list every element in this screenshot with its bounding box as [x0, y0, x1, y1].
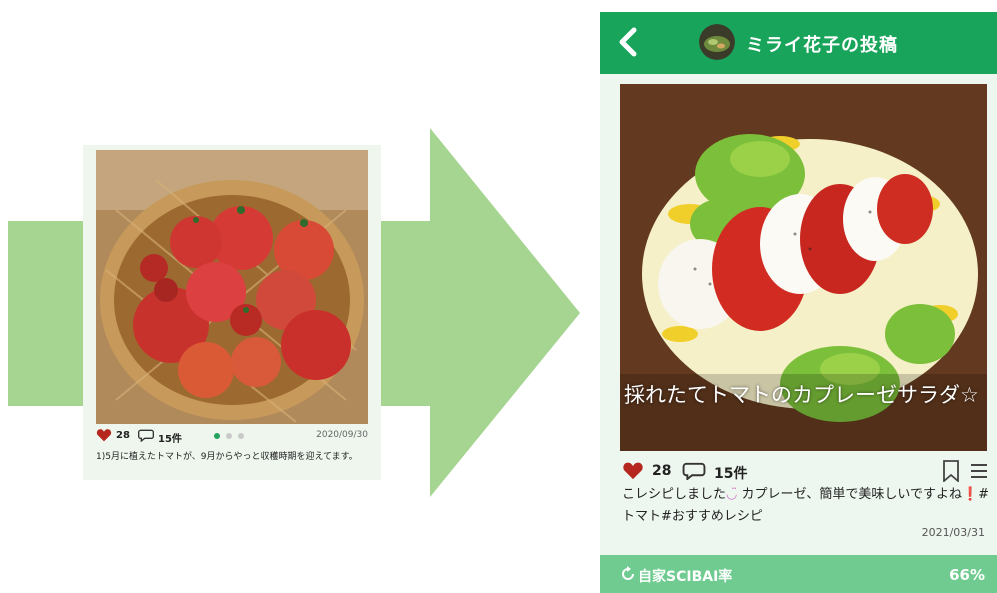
- post-caption: 1)5月に植えたトマトが、9月からやっと収穫時期を迎えてます。: [96, 452, 358, 462]
- scibai-rate-value: 66%: [949, 566, 985, 584]
- carousel-dot[interactable]: [238, 433, 244, 439]
- post-stats-row: 28 15件 2020/09/30: [96, 428, 368, 445]
- photo-title: 採れたてトマトのカプレーゼサラダ☆: [624, 383, 979, 407]
- tomato-basket-photo: [96, 150, 368, 424]
- carousel-dot[interactable]: [214, 433, 220, 439]
- screen: 28 15件 2020/09/30 1)5月に植えたトマトが、9月からやっと収穫…: [0, 0, 997, 593]
- caption-text: カプレーゼ、簡単で美味しいですよね: [737, 487, 962, 502]
- likes-count: 28: [652, 463, 672, 479]
- comments-count: 15件: [158, 434, 182, 445]
- feed-post-card[interactable]: 28 15件 2020/09/30 1)5月に植えたトマトが、9月からやっと収穫…: [83, 145, 381, 480]
- arrow-tail-left: [8, 221, 84, 406]
- caption-text: こレシピしました: [622, 487, 727, 502]
- bookmark-icon[interactable]: [942, 460, 960, 482]
- scibai-rate-bar: 自家SCIBAI率 66%: [600, 555, 997, 593]
- app-header: ミライ花子の投稿: [600, 12, 997, 74]
- refresh-icon: [622, 566, 634, 580]
- chevron-left-icon[interactable]: [614, 26, 644, 58]
- comment-icon[interactable]: [682, 461, 706, 480]
- scibai-rate-label: 自家SCIBAI率: [638, 569, 733, 585]
- heart-icon[interactable]: [622, 461, 644, 480]
- post-caption: こレシピしました◡̈ カプレーゼ、簡単で美味しいですよね❗#トマト#おすすめレシ…: [622, 484, 990, 528]
- smile-emoji: ◡̈: [726, 487, 738, 502]
- post-date: 2021/03/31: [921, 526, 985, 539]
- likes-count: 28: [116, 430, 130, 441]
- menu-icon[interactable]: [970, 462, 988, 480]
- carousel-indicator[interactable]: [214, 431, 250, 442]
- comment-icon[interactable]: [138, 428, 154, 442]
- comments-count: 15件: [714, 466, 748, 482]
- exclamation-emoji: ❗: [961, 487, 979, 502]
- page-title: ミライ花子の投稿: [746, 35, 898, 56]
- carousel-dot[interactable]: [226, 433, 232, 439]
- post-date: 2020/09/30: [316, 430, 368, 440]
- avatar[interactable]: [699, 24, 735, 60]
- post-detail-screen: ミライ花子の投稿 採れたてトマトのカプレーゼサラダ☆ 28 15件 こレシピしま…: [600, 12, 997, 593]
- post-stats-row: 28 15件: [622, 460, 990, 482]
- arrow-head: [381, 128, 580, 497]
- heart-icon[interactable]: [96, 428, 112, 442]
